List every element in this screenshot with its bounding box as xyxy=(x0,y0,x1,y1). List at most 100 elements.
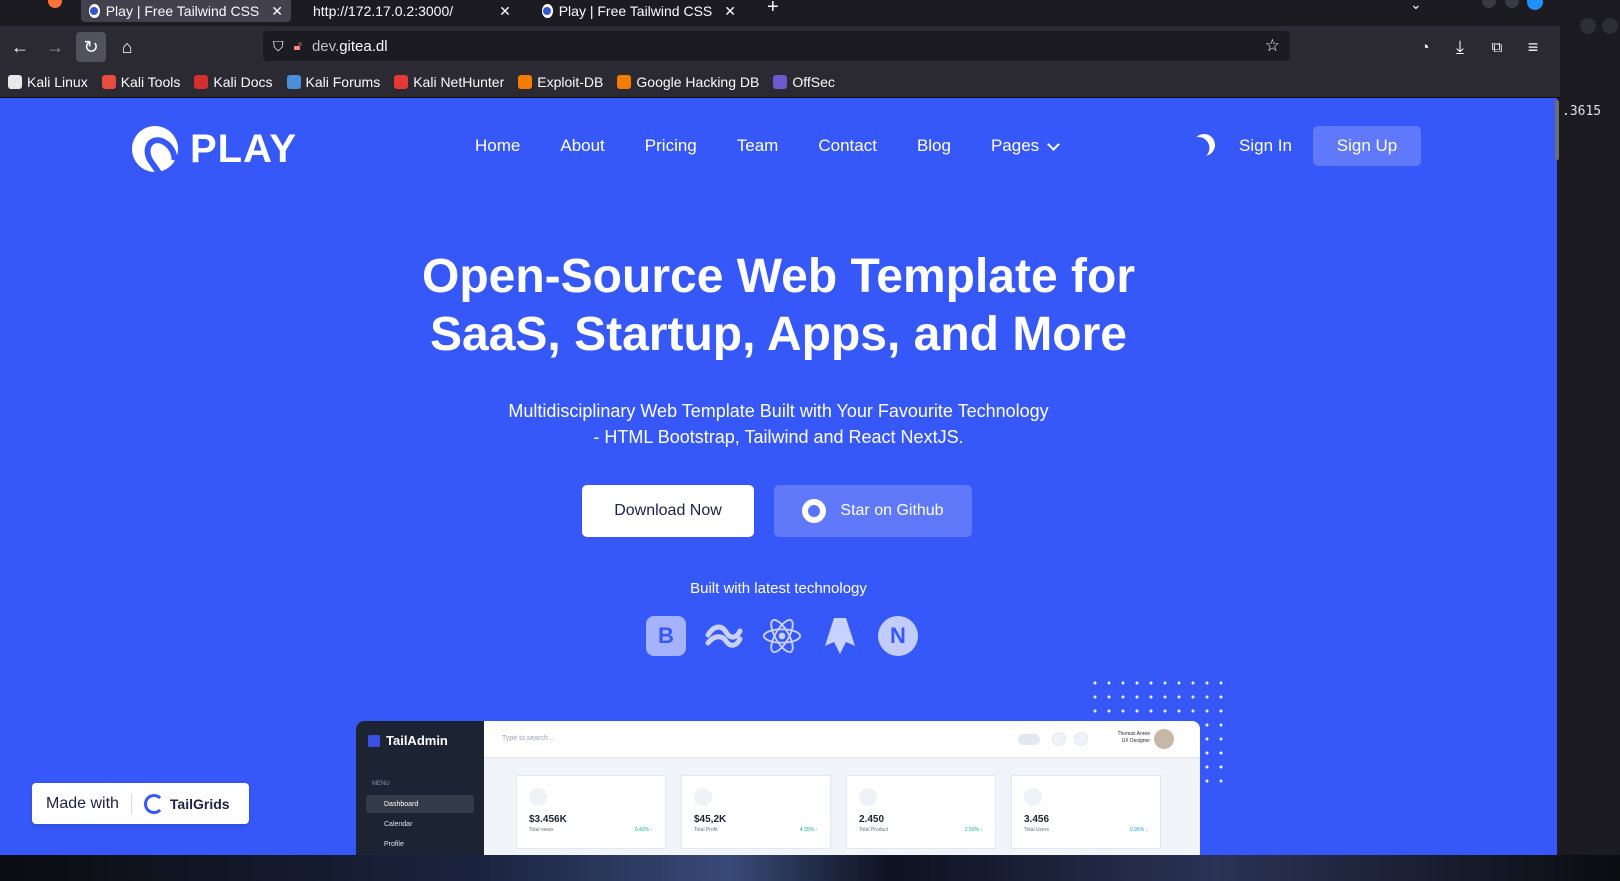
nav-pages-label: Pages xyxy=(990,136,1040,155)
site-logo[interactable]: PLAY xyxy=(132,126,297,172)
firefox-icon[interactable] xyxy=(48,0,62,8)
sign-in-link[interactable]: Sign In xyxy=(1239,136,1292,156)
chat-icon xyxy=(1074,732,1088,746)
bookmark-item[interactable]: Kali NetHunter xyxy=(394,74,504,90)
nethunter-icon xyxy=(394,74,409,89)
maximize-window-icon[interactable] xyxy=(1505,0,1519,8)
tailwind-icon[interactable] xyxy=(704,616,744,656)
bookmark-item[interactable]: Kali Docs xyxy=(194,74,273,90)
pocket-icon[interactable]: ◔ xyxy=(1410,32,1440,62)
tab-play-2[interactable]: Play | Free Tailwind CSS ✕ xyxy=(534,0,744,22)
app-menu-icon[interactable]: ≡ xyxy=(1518,32,1548,62)
web-page: PLAY Home About Pricing Team Contact Blo… xyxy=(0,98,1557,855)
menu-profile: Profile xyxy=(384,841,404,848)
bookmark-item[interactable]: Google Hacking DB xyxy=(617,74,759,90)
bookmark-label: OffSec xyxy=(792,73,835,90)
nav-contact[interactable]: Contact xyxy=(818,136,877,156)
github-icon xyxy=(802,499,827,523)
bookmarks-toolbar: Kali Linux Kali Tools Kali Docs Kali Forums… xyxy=(0,66,1560,98)
avatar xyxy=(1154,729,1174,749)
nav-blog[interactable]: Blog xyxy=(917,136,951,156)
hero-subtitle-line-1: Multidisciplinary Web Template Built wit… xyxy=(508,401,1049,421)
dashboard-brand: TailAdmin xyxy=(368,733,448,748)
ghdb-icon xyxy=(617,74,632,89)
terminal-readout: .3615 xyxy=(1562,104,1602,119)
hero-subtitle: Multidisciplinary Web Template Built wit… xyxy=(0,398,1557,450)
bookmark-label: Kali Linux xyxy=(27,73,88,90)
minimize-window-icon[interactable] xyxy=(1482,0,1496,8)
kali-icon xyxy=(8,74,22,89)
tab-play-1[interactable]: Play | Free Tailwind CSS ✕ xyxy=(81,0,291,22)
close-window-icon[interactable] xyxy=(1527,0,1543,10)
stat-change: 0.43% ↑ xyxy=(634,827,653,833)
nav-about[interactable]: About xyxy=(560,136,604,156)
bookmark-label: Google Hacking DB xyxy=(636,73,760,90)
hero-title: Open-Source Web Template for SaaS, Start… xyxy=(0,248,1557,364)
tab-close-icon[interactable]: ✕ xyxy=(499,3,511,20)
nextjs-icon[interactable]: N xyxy=(878,616,918,656)
main-nav: Home About Pricing Team Contact Blog Pag… xyxy=(475,136,1061,156)
forward-icon[interactable]: → xyxy=(40,32,70,62)
tab-local-server[interactable]: http://172.17.0.2:3000/ ✕ xyxy=(305,0,520,22)
reload-icon[interactable]: ↻ xyxy=(76,32,106,62)
dashboard-user: Thomas Anree UX Designer xyxy=(1117,731,1150,745)
download-now-button[interactable]: Download Now xyxy=(582,485,754,537)
astro-icon[interactable] xyxy=(820,616,860,656)
bookmark-item[interactable]: Kali Linux xyxy=(8,74,88,90)
sign-up-button[interactable]: Sign Up xyxy=(1313,126,1421,166)
users-icon xyxy=(1024,788,1042,806)
tab-list-chevron-icon[interactable]: ⌄ xyxy=(1410,0,1422,13)
downloads-icon[interactable]: ⤓ xyxy=(1445,32,1475,62)
bookmark-label: Kali Forums xyxy=(305,73,381,90)
new-tab-icon[interactable]: + xyxy=(767,0,779,19)
bookmark-star-icon[interactable]: ☆ xyxy=(1265,36,1280,56)
tab-label: Play | Free Tailwind CSS xyxy=(558,3,713,19)
bookmark-item[interactable]: OffSec xyxy=(773,74,835,90)
screen: Play | Free Tailwind CSS ✕ http://172.17… xyxy=(0,0,1620,881)
nav-team[interactable]: Team xyxy=(737,136,779,156)
shield-icon[interactable]: ⛉ xyxy=(273,38,284,55)
menu-calendar: Calendar xyxy=(384,821,413,828)
desktop-wallpaper-strip xyxy=(0,855,1620,881)
user-role: UX Designer xyxy=(1121,738,1150,744)
stat-label: Total Users xyxy=(1024,827,1050,833)
stat-card: 2.450 Total Product 2.59% ↑ xyxy=(846,775,996,849)
extensions-icon[interactable]: ⧉ xyxy=(1482,32,1512,62)
lock-insecure-icon[interactable]: 🔓︎ xyxy=(294,38,302,54)
stat-value: $45,2K xyxy=(694,814,727,825)
home-icon[interactable]: ⌂ xyxy=(112,32,142,62)
bookmark-item[interactable]: Kali Forums xyxy=(286,73,381,90)
tab-label: http://172.17.0.2:3000/ xyxy=(313,3,454,19)
star-on-github-button[interactable]: Star on Github xyxy=(774,485,972,537)
made-with-label: Made with xyxy=(46,794,119,812)
bookmark-item[interactable]: Kali Tools xyxy=(101,73,181,90)
page-scrollbar[interactable] xyxy=(1555,100,1559,160)
tab-close-icon[interactable]: ✕ xyxy=(724,3,736,20)
browser-tab-bar: Play | Free Tailwind CSS ✕ http://172.17… xyxy=(0,0,1620,26)
menu-label: MENU xyxy=(372,781,390,787)
bootstrap-icon[interactable]: B xyxy=(646,616,686,656)
tailgrids-logo-icon xyxy=(143,793,164,814)
bell-icon xyxy=(1052,732,1066,746)
back-icon[interactable]: ← xyxy=(5,32,35,62)
hero-title-line-1: Open-Source Web Template for xyxy=(422,250,1135,303)
stat-change: 2.59% ↑ xyxy=(964,827,983,833)
made-with-badge[interactable]: Made with TailGrids xyxy=(32,783,249,824)
dashboard-header: Type to search... Thomas Anree UX Design… xyxy=(484,721,1200,757)
url-bar[interactable]: ⛉ 🔓︎ dev.gitea.dl ☆ xyxy=(263,31,1290,61)
chevron-down-icon xyxy=(1047,137,1061,151)
bookmark-label: Kali Tools xyxy=(120,73,181,90)
stat-value: $3.456K xyxy=(529,814,567,825)
react-icon[interactable] xyxy=(762,616,802,656)
dark-mode-moon-icon[interactable] xyxy=(1191,132,1216,157)
bookmark-item[interactable]: Exploit-DB xyxy=(518,74,603,90)
url-text: dev.gitea.dl xyxy=(311,37,388,55)
tab-close-icon[interactable]: ✕ xyxy=(271,3,283,20)
cart-icon xyxy=(694,788,712,806)
browser-nav-bar: ← → ↻ ⌂ ⛉ 🔓︎ dev.gitea.dl ☆ ◔ ⤓ ⧉ ≡ xyxy=(0,26,1560,66)
nav-pricing[interactable]: Pricing xyxy=(645,136,697,156)
exploit-db-icon xyxy=(518,74,533,89)
nav-home[interactable]: Home xyxy=(475,136,520,156)
stat-change: 4.35% ↑ xyxy=(799,827,818,833)
nav-pages[interactable]: Pages xyxy=(990,136,1061,156)
